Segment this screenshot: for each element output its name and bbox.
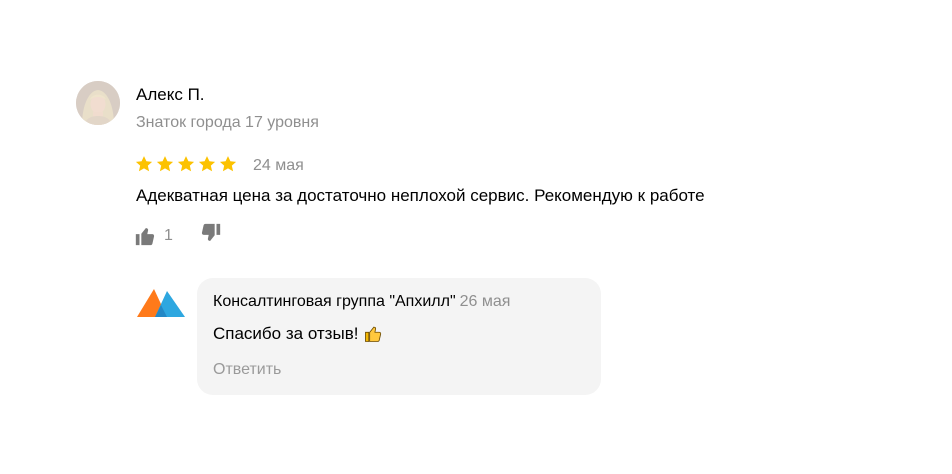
thumbs-up-icon [135, 228, 155, 246]
review-date: 24 мая [253, 157, 304, 174]
star-icon [135, 156, 153, 172]
thumbs-down-icon [201, 223, 221, 241]
reply-text: Спасибо за отзыв! [213, 324, 359, 343]
author-name[interactable]: Алекс П. [136, 85, 205, 105]
review-text: Адекватная цена за достаточно неплохой с… [136, 186, 705, 205]
star-icon [198, 156, 216, 172]
reply-header: Консалтинговая группа "Апхилл" 26 мая [213, 292, 510, 312]
thumbs-up-emoji-icon [365, 326, 382, 342]
rating-stars [134, 154, 238, 174]
mountains-logo-icon [137, 289, 185, 317]
reply-organization-name[interactable]: Консалтинговая группа "Апхилл" [213, 293, 456, 310]
organization-logo [137, 283, 187, 319]
owner-reply: Консалтинговая группа "Апхилл" 26 мая Спа… [197, 278, 601, 395]
star-icon [177, 156, 195, 172]
like-button[interactable]: 1 [134, 224, 173, 248]
author-status: Знаток города 17 уровня [136, 114, 319, 131]
star-icon [219, 156, 237, 172]
like-count: 1 [164, 227, 173, 244]
reply-date: 26 мая [459, 293, 511, 310]
author-avatar[interactable] [76, 81, 120, 125]
star-icon [156, 156, 174, 172]
avatar-photo [76, 81, 120, 125]
reply-button[interactable]: Ответить [213, 360, 281, 380]
dislike-button[interactable] [200, 222, 224, 246]
reply-text-row: Спасибо за отзыв! [213, 323, 383, 345]
